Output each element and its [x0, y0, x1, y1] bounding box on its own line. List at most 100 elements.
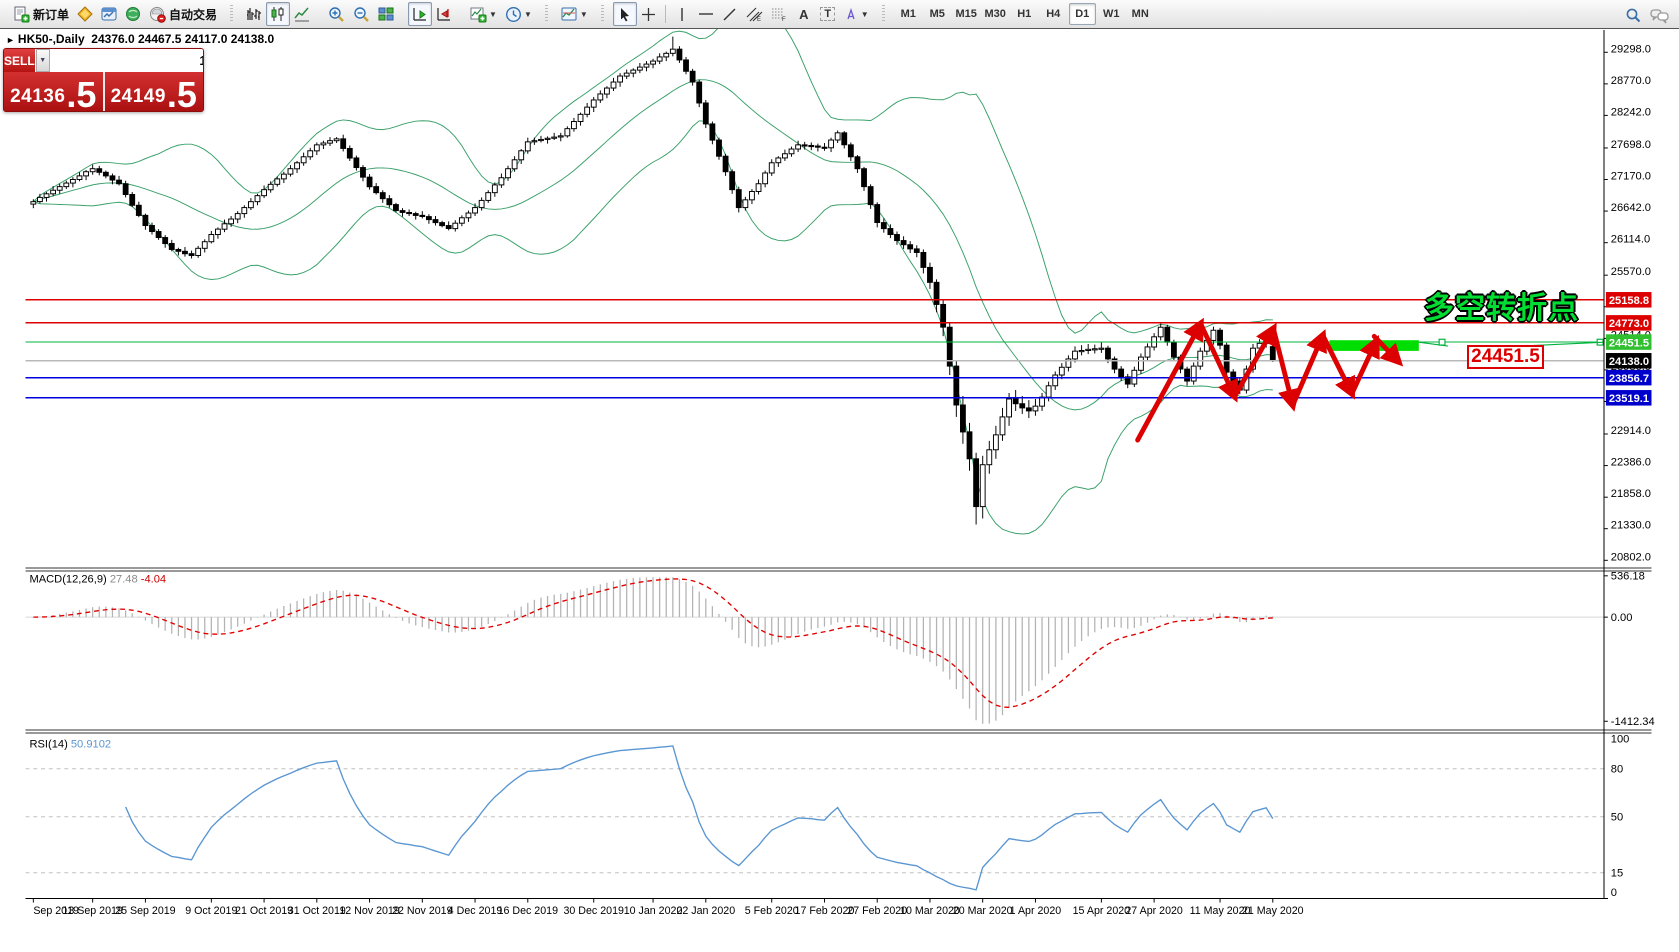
- new-order-icon: [13, 6, 30, 23]
- x-axis-label: 17 Feb 2020: [795, 905, 855, 917]
- mt4-window: 新订单: [0, 0, 1679, 952]
- volume-input[interactable]: [50, 49, 204, 72]
- rsi-axis-label: 15: [1611, 868, 1623, 880]
- timeframe-m5[interactable]: M5: [924, 3, 951, 25]
- y-axis-tick: 26114.0: [1611, 234, 1650, 246]
- zoom-out-button[interactable]: [349, 2, 374, 26]
- timeframe-d1[interactable]: D1: [1069, 3, 1096, 25]
- x-axis-label: 9 Oct 2019: [185, 905, 237, 917]
- time-axis[interactable]: Sep 201913 Sep 201925 Sep 20199 Oct 2019…: [33, 899, 1303, 918]
- candlestick-series[interactable]: [31, 37, 1275, 525]
- symbol-name: HK50-,Daily: [18, 32, 85, 46]
- scroll-group: [403, 0, 461, 28]
- data-window-button[interactable]: [97, 2, 121, 26]
- bar-chart-button[interactable]: [242, 2, 266, 26]
- toolbar-separator: [665, 5, 666, 23]
- arrows-tool-button[interactable]: ▼: [840, 2, 873, 26]
- channel-tool-button[interactable]: E: [742, 2, 767, 26]
- auto-trading-button[interactable]: 自动交易: [145, 2, 221, 26]
- rsi-axis-label: 100: [1611, 734, 1630, 746]
- trendline-tool-button[interactable]: [718, 2, 742, 26]
- toolbar-right-icons: [1621, 3, 1673, 27]
- tile-windows-icon: [378, 6, 394, 22]
- timeframe-h1[interactable]: H1: [1011, 3, 1038, 25]
- fibonacci-tool-button[interactable]: F: [767, 2, 792, 26]
- new-order-button[interactable]: 新订单: [9, 2, 73, 26]
- vertical-line-icon: [676, 7, 688, 22]
- templates-icon: [561, 6, 578, 23]
- price-annotation-label[interactable]: 24451.5: [1467, 345, 1544, 369]
- macd-axis-label: 0.00: [1611, 612, 1633, 624]
- ohlc-values: 24376.0 24467.5 24117.0 24138.0: [91, 32, 274, 46]
- buy-price[interactable]: 24149 .5: [105, 72, 204, 112]
- x-axis-label: 16 Dec 2019: [498, 905, 559, 917]
- text-label-tool-button[interactable]: T: [816, 2, 840, 26]
- macd-pane[interactable]: [26, 577, 1604, 723]
- chat-bubbles-icon: [1650, 7, 1669, 24]
- zigzag-annotation[interactable]: [1138, 324, 1604, 440]
- drawing-tools-group: E F A T ▼: [608, 0, 878, 28]
- y-axis-tick: 27698.0: [1611, 139, 1651, 151]
- vertical-line-tool-button[interactable]: [670, 2, 694, 26]
- macd-axis-label: -1412.34: [1611, 716, 1655, 728]
- x-axis-label: 30 Dec 2019: [564, 905, 625, 917]
- price-badge-value: 24138.0: [1609, 356, 1649, 368]
- volume-decrease-button[interactable]: ▼: [36, 49, 50, 72]
- chevron-down-icon: ▼: [861, 10, 869, 19]
- turning-point-annotation[interactable]: 多空转折点: [1424, 283, 1579, 327]
- periods-button[interactable]: ▼: [501, 2, 536, 26]
- equidistant-channel-icon: E: [746, 7, 763, 22]
- toolbar-grip[interactable]: [601, 5, 604, 23]
- zoom-out-icon: [353, 6, 370, 23]
- community-button[interactable]: [1646, 3, 1673, 27]
- buy-price-pips: .5: [167, 80, 197, 110]
- y-axis-tick: 20802.0: [1611, 551, 1651, 563]
- chart-canvas[interactable]: 29298.028770.028242.027698.027170.026642…: [0, 29, 1679, 952]
- navigator-button[interactable]: [121, 2, 145, 26]
- indicators-button[interactable]: ▼: [466, 2, 501, 26]
- y-axis-tick: 29298.0: [1611, 43, 1651, 55]
- x-axis-label: 21 Oct 2019: [235, 905, 293, 917]
- sell-price[interactable]: 24136 .5: [4, 72, 105, 112]
- price-axis[interactable]: 29298.028770.028242.027698.027170.026642…: [1604, 43, 1652, 563]
- rsi-label: RSI(14) 50.9102: [29, 738, 111, 750]
- candlestick-chart-button[interactable]: [266, 2, 290, 26]
- sell-button[interactable]: SELL: [4, 49, 35, 72]
- search-button[interactable]: [1621, 3, 1646, 27]
- toolbar-grip[interactable]: [882, 5, 885, 23]
- crosshair-tool-button[interactable]: [637, 2, 661, 26]
- auto-scroll-icon: [412, 6, 428, 22]
- timeframe-m1[interactable]: M1: [895, 3, 922, 25]
- new-order-label: 新订单: [33, 6, 69, 23]
- macd-axis: 536.180.00-1412.34: [1604, 571, 1655, 728]
- zoom-in-button[interactable]: [324, 2, 349, 26]
- x-axis-label: 22 Nov 2019: [392, 905, 453, 917]
- timeframe-m15[interactable]: M15: [953, 3, 980, 25]
- timeframe-m30[interactable]: M30: [982, 3, 1009, 25]
- auto-scroll-button[interactable]: [408, 2, 432, 26]
- bar-chart-icon: [246, 6, 262, 22]
- toolbar-grip[interactable]: [230, 5, 233, 23]
- zoom-group: [319, 0, 403, 28]
- timeframe-w1[interactable]: W1: [1098, 3, 1125, 25]
- text-tool-button[interactable]: A: [792, 2, 816, 26]
- candlestick-chart-icon: [270, 6, 286, 22]
- market-watch-button[interactable]: [73, 2, 97, 26]
- line-chart-button[interactable]: [290, 2, 314, 26]
- standard-toolbar-group: 新订单: [4, 0, 226, 28]
- y-axis-tick: 28770.0: [1611, 75, 1651, 87]
- rsi-pane[interactable]: [26, 746, 1604, 890]
- horizontal-line-tool-button[interactable]: [694, 2, 718, 26]
- timeframe-mn[interactable]: MN: [1127, 3, 1154, 25]
- toolbar-grip[interactable]: [545, 5, 548, 23]
- templates-button[interactable]: ▼: [557, 2, 592, 26]
- tile-windows-button[interactable]: [374, 2, 398, 26]
- chart-shift-icon: [436, 6, 452, 22]
- timeframe-h4[interactable]: H4: [1040, 3, 1067, 25]
- chart-shift-button[interactable]: [432, 2, 456, 26]
- y-axis-tick: 26642.0: [1611, 202, 1651, 214]
- svg-text:F: F: [782, 17, 786, 22]
- templates-group: ▼: [552, 0, 597, 28]
- horizontal-line-icon: [698, 7, 714, 21]
- cursor-tool-button[interactable]: [613, 2, 637, 26]
